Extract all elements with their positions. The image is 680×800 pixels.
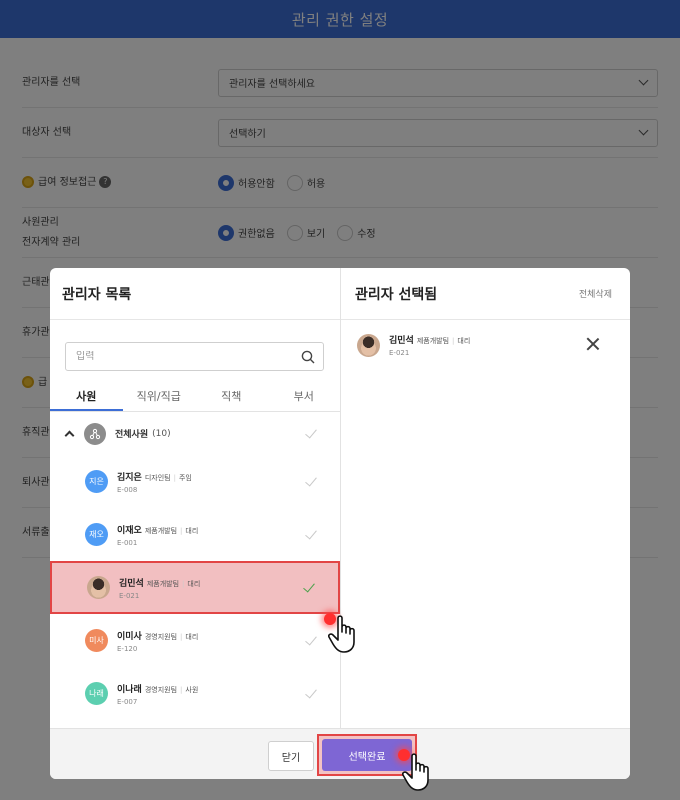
list-tabs: 사원 직위/직급 직책 부서 <box>50 385 340 412</box>
check-icon[interactable] <box>305 632 317 645</box>
remove-icon[interactable] <box>586 337 600 351</box>
close-button[interactable]: 닫기 <box>268 741 314 771</box>
list-panel-header: 관리자 목록 <box>50 268 340 320</box>
search-icon[interactable] <box>301 350 315 364</box>
search-input[interactable] <box>76 351 276 362</box>
search-box <box>65 342 324 371</box>
employee-info: 이나래 경영지원팀 | 사원 E-007 <box>117 684 199 706</box>
employee-dept: 제품개발팀 <box>146 579 180 588</box>
employee-dept: 제품개발팀 <box>144 526 178 535</box>
employee-code: E-001 <box>117 538 138 547</box>
tab-position[interactable]: 직위/직급 <box>123 385 196 411</box>
hand-cursor-icon <box>402 753 429 791</box>
check-icon[interactable] <box>305 473 317 486</box>
group-count: (10) <box>152 428 171 439</box>
list-item[interactable]: 미사 이미사 경영지원팀 | 대리 E-120 <box>50 614 340 667</box>
check-icon[interactable] <box>305 685 317 698</box>
selected-dept: 제품개발팀 <box>416 337 450 345</box>
avatar: 지은 <box>85 470 108 493</box>
tab-department[interactable]: 부서 <box>268 385 341 411</box>
avatar: 나래 <box>85 682 108 705</box>
selected-name: 김민석 <box>389 336 414 346</box>
employee-info: 김지은 디자인팀 | 주임 E-008 <box>117 472 192 494</box>
selected-panel: 관리자 선택됨 전체삭제 김민석 제품개발팀 | 대리 E-021 <box>341 268 630 728</box>
employee-dept: 디자인팀 <box>144 473 171 482</box>
list-item-selected[interactable]: 김민석 제품개발팀 | 대리 E-021 <box>50 561 340 614</box>
chevron-up-icon[interactable] <box>64 430 75 441</box>
check-icon[interactable] <box>305 526 317 539</box>
employee-name: 김지은 <box>117 472 142 483</box>
employee-code: E-008 <box>117 485 138 494</box>
employee-role: 주임 <box>178 473 192 482</box>
check-icon[interactable] <box>305 425 317 438</box>
employee-code: E-021 <box>119 591 140 600</box>
tab-employee[interactable]: 사원 <box>50 385 123 411</box>
employee-dept: 경영지원팀 <box>144 632 178 641</box>
employee-name: 김민석 <box>119 578 144 589</box>
employee-code: E-007 <box>117 697 138 706</box>
clear-all-button[interactable]: 전체삭제 <box>579 287 612 300</box>
employee-name: 이미사 <box>117 631 142 642</box>
selected-info: 김민석 제품개발팀 | 대리 E-021 <box>389 336 471 357</box>
employee-list: 전체사원 (10) 지은 김지은 디자인팀 | 주임 E-008 재오 이재오 제품개발… <box>50 412 340 720</box>
check-icon[interactable] <box>303 579 315 592</box>
selected-item: 김민석 제품개발팀 | 대리 E-021 <box>341 320 630 370</box>
tab-duty[interactable]: 직책 <box>195 385 268 411</box>
manager-select-modal: 관리자 목록 사원 직위/직급 직책 부서 전체사원 (10) 지은 <box>50 268 630 779</box>
employee-code: E-120 <box>117 644 138 653</box>
employee-role: 대리 <box>187 579 201 588</box>
employee-role: 대리 <box>185 526 199 535</box>
employee-name: 이나래 <box>117 684 142 695</box>
manager-list-panel: 관리자 목록 사원 직위/직급 직책 부서 전체사원 (10) 지은 <box>50 268 341 728</box>
list-item[interactable]: 재오 이재오 제품개발팀 | 대리 E-001 <box>50 508 340 561</box>
modal-footer: 닫기 선택완료 <box>50 728 630 779</box>
hand-cursor-icon <box>328 615 355 653</box>
employee-role: 대리 <box>185 632 199 641</box>
employee-info: 김민석 제품개발팀 | 대리 E-021 <box>119 578 201 600</box>
avatar: 재오 <box>85 523 108 546</box>
avatar-photo <box>357 333 380 357</box>
employee-name: 이재오 <box>117 525 142 536</box>
employee-info: 이재오 제품개발팀 | 대리 E-001 <box>117 525 199 547</box>
group-all-employees[interactable]: 전체사원 (10) <box>50 412 340 455</box>
list-item[interactable]: 나래 이나래 경영지원팀 | 사원 E-007 <box>50 667 340 720</box>
selected-panel-title: 관리자 선택됨 <box>355 286 438 303</box>
employee-info: 이미사 경영지원팀 | 대리 E-120 <box>117 631 199 653</box>
org-tree-icon <box>84 422 106 445</box>
avatar: 미사 <box>85 629 108 652</box>
employee-dept: 경영지원팀 <box>144 685 178 694</box>
employee-role: 사원 <box>185 685 199 694</box>
list-panel-title: 관리자 목록 <box>62 286 132 303</box>
selected-panel-header: 관리자 선택됨 전체삭제 <box>341 268 630 320</box>
selected-code: E-021 <box>389 349 410 357</box>
avatar-photo <box>87 576 110 599</box>
selected-role: 대리 <box>457 337 471 345</box>
group-name: 전체사원 <box>115 430 149 440</box>
list-item[interactable]: 지은 김지은 디자인팀 | 주임 E-008 <box>50 455 340 508</box>
